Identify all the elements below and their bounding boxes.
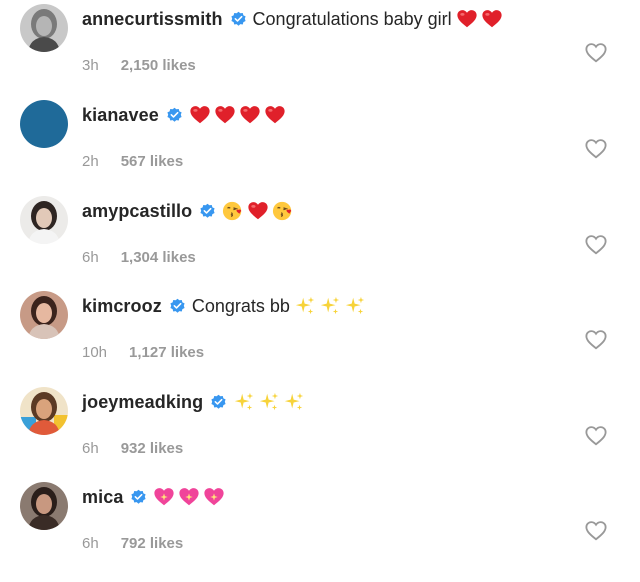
red-heart-icon bbox=[214, 104, 236, 126]
like-heart-icon[interactable] bbox=[585, 42, 607, 64]
emoji-group bbox=[189, 104, 289, 126]
username-link[interactable]: kimcrooz bbox=[82, 293, 162, 319]
comment-time[interactable]: 6h bbox=[82, 440, 99, 457]
avatar[interactable] bbox=[20, 291, 68, 339]
likes-count[interactable]: 567 likes bbox=[121, 153, 184, 170]
comment-time[interactable]: 10h bbox=[82, 344, 107, 361]
kissing-face-icon bbox=[272, 200, 294, 222]
red-heart-icon bbox=[247, 200, 269, 222]
like-heart-icon[interactable] bbox=[585, 520, 607, 542]
emoji-group bbox=[222, 200, 297, 222]
emoji-group bbox=[456, 8, 506, 30]
comments-list: annecurtissmith Congratulations baby girl… bbox=[0, 0, 640, 582]
verified-badge-icon bbox=[166, 107, 183, 124]
comment-meta: 10h 1,127 likes bbox=[82, 343, 204, 363]
likes-count[interactable]: 1,127 likes bbox=[129, 344, 204, 361]
username-link[interactable]: mica bbox=[82, 484, 123, 510]
emoji-group bbox=[153, 486, 228, 508]
verified-badge-icon bbox=[230, 11, 247, 28]
comment-row: mica 6h 792 likes bbox=[0, 482, 640, 572]
likes-count[interactable]: 932 likes bbox=[121, 440, 184, 457]
likes-count[interactable]: 2,150 likes bbox=[121, 57, 196, 74]
comment-line: annecurtissmith Congratulations baby girl bbox=[82, 6, 506, 32]
comment-row: kianavee 2h 567 likes bbox=[0, 100, 640, 190]
comment-time[interactable]: 3h bbox=[82, 57, 99, 74]
emoji-group bbox=[294, 295, 369, 317]
red-heart-icon bbox=[456, 8, 478, 30]
comment-text: Congratulations baby girl bbox=[252, 9, 452, 29]
avatar[interactable] bbox=[20, 100, 68, 148]
avatar[interactable] bbox=[20, 387, 68, 435]
username-link[interactable]: joeymeadking bbox=[82, 389, 203, 415]
verified-badge-icon bbox=[169, 298, 186, 315]
sparkling-heart-icon bbox=[178, 486, 200, 508]
username-link[interactable]: kianavee bbox=[82, 102, 159, 128]
username-link[interactable]: amypcastillo bbox=[82, 198, 192, 224]
comment-row: kimcrooz Congrats bb 10h 1,127 likes bbox=[0, 291, 640, 381]
comment-line: joeymeadking bbox=[82, 389, 308, 415]
avatar[interactable] bbox=[20, 4, 68, 52]
red-heart-icon bbox=[189, 104, 211, 126]
sparkles-icon bbox=[258, 391, 280, 413]
like-heart-icon[interactable] bbox=[585, 138, 607, 160]
comment-meta: 6h 1,304 likes bbox=[82, 248, 196, 268]
comment-row: amypcastillo 6h 1,304 likes bbox=[0, 196, 640, 286]
avatar[interactable] bbox=[20, 196, 68, 244]
red-heart-icon bbox=[239, 104, 261, 126]
sparkles-icon bbox=[344, 295, 366, 317]
comment-time[interactable]: 6h bbox=[82, 535, 99, 552]
sparkling-heart-icon bbox=[203, 486, 225, 508]
comment-meta: 2h 567 likes bbox=[82, 152, 183, 172]
sparkles-icon bbox=[294, 295, 316, 317]
red-heart-icon bbox=[481, 8, 503, 30]
comment-line: kimcrooz Congrats bb bbox=[82, 293, 369, 319]
like-heart-icon[interactable] bbox=[585, 234, 607, 256]
comment-time[interactable]: 2h bbox=[82, 153, 99, 170]
likes-count[interactable]: 792 likes bbox=[121, 535, 184, 552]
comment-text: Congrats bb bbox=[191, 296, 290, 316]
like-heart-icon[interactable] bbox=[585, 425, 607, 447]
verified-badge-icon bbox=[210, 394, 227, 411]
comment-time[interactable]: 6h bbox=[82, 249, 99, 266]
sparkling-heart-icon bbox=[153, 486, 175, 508]
likes-count[interactable]: 1,304 likes bbox=[121, 249, 196, 266]
red-heart-icon bbox=[264, 104, 286, 126]
sparkles-icon bbox=[319, 295, 341, 317]
comment-meta: 6h 932 likes bbox=[82, 439, 183, 459]
like-heart-icon[interactable] bbox=[585, 329, 607, 351]
sparkles-icon bbox=[283, 391, 305, 413]
comment-meta: 3h 2,150 likes bbox=[82, 56, 196, 76]
comment-line: mica bbox=[82, 484, 228, 510]
comment-line: kianavee bbox=[82, 102, 289, 128]
comment-line: amypcastillo bbox=[82, 198, 297, 224]
kissing-face-icon bbox=[222, 200, 244, 222]
comment-row: joeymeadking 6h 932 likes bbox=[0, 387, 640, 477]
comment-meta: 6h 792 likes bbox=[82, 534, 183, 554]
sparkles-icon bbox=[233, 391, 255, 413]
verified-badge-icon bbox=[130, 489, 147, 506]
avatar[interactable] bbox=[20, 482, 68, 530]
emoji-group bbox=[233, 391, 308, 413]
username-link[interactable]: annecurtissmith bbox=[82, 6, 223, 32]
verified-badge-icon bbox=[199, 203, 216, 220]
comment-row: annecurtissmith Congratulations baby girl… bbox=[0, 4, 640, 94]
